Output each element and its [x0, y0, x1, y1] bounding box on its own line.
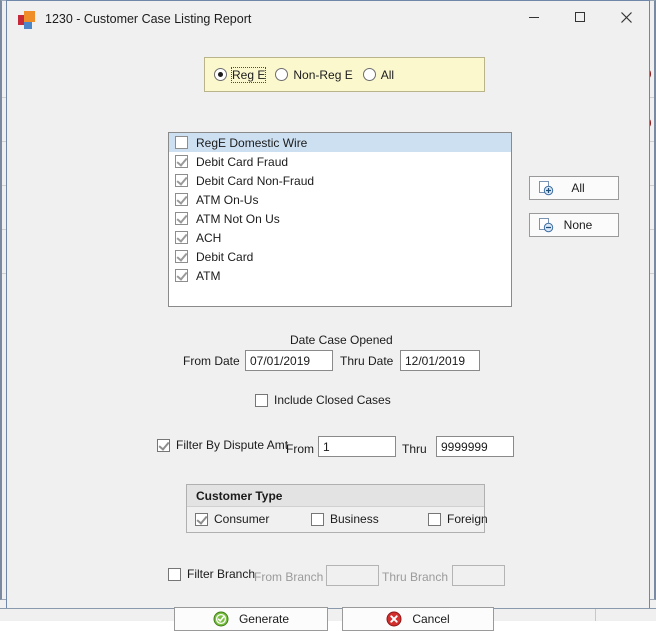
- customer-type-consumer-label: Consumer: [214, 512, 270, 526]
- include-closed-cases-checkbox[interactable]: Include Closed Cases: [255, 393, 391, 407]
- thru-branch-label: Thru Branch: [382, 570, 449, 584]
- minimize-icon[interactable]: [511, 1, 557, 33]
- filter-dispute-amount-checkbox[interactable]: Filter By Dispute Amt: [157, 438, 288, 452]
- include-closed-cases-label: Include Closed Cases: [274, 393, 391, 407]
- list-item[interactable]: ACH: [169, 228, 511, 247]
- dispute-from-input[interactable]: [318, 436, 396, 457]
- from-branch-input[interactable]: [326, 565, 379, 586]
- list-item-checkbox[interactable]: [175, 212, 188, 225]
- category-checkbox-list[interactable]: RegE Domestic Wire Debit Card Fraud Debi…: [168, 132, 512, 307]
- select-none-label: None: [563, 218, 593, 232]
- list-item-checkbox[interactable]: [175, 174, 188, 187]
- list-item[interactable]: Debit Card: [169, 247, 511, 266]
- list-item-checkbox[interactable]: [175, 231, 188, 244]
- green-check-circle-icon: [213, 611, 229, 627]
- generate-button[interactable]: Generate: [174, 607, 328, 631]
- list-item-label: ACH: [196, 230, 222, 245]
- list-item-label: Debit Card: [196, 249, 254, 264]
- customer-type-foreign-checkbox[interactable]: Foreign: [428, 512, 488, 526]
- from-date-input[interactable]: [245, 350, 333, 371]
- checkbox-icon: [168, 567, 181, 581]
- page-remove-icon: [538, 217, 554, 233]
- red-x-circle-icon: [386, 611, 402, 627]
- customer-type-options: Consumer Business Foreign: [187, 507, 488, 533]
- list-item-label: Debit Card Fraud: [196, 154, 289, 169]
- customer-type-business-label: Business: [330, 512, 379, 526]
- checkbox-icon: [255, 393, 268, 407]
- type-filter-radio-group: Reg E Non-Reg E All: [204, 57, 485, 92]
- customer-type-foreign-label: Foreign: [447, 512, 488, 526]
- customer-type-title: Customer Type: [187, 485, 484, 507]
- dispute-thru-label: Thru: [402, 442, 427, 456]
- radio-non-reg-e[interactable]: Non-Reg E: [275, 68, 353, 82]
- select-all-label: All: [571, 181, 585, 195]
- list-item-checkbox[interactable]: [175, 269, 188, 282]
- checkbox-icon: [195, 512, 208, 526]
- list-item-label: ATM On-Us: [196, 192, 259, 207]
- date-section-title: Date Case Opened: [290, 333, 393, 347]
- generate-label: Generate: [238, 612, 290, 626]
- radio-reg-e[interactable]: Reg E: [214, 66, 267, 83]
- customer-type-business-checkbox[interactable]: Business: [311, 512, 379, 526]
- dialog-client-area: Reg E Non-Reg E All RegE Domestic Wire D…: [7, 37, 649, 631]
- checkbox-icon: [428, 512, 441, 526]
- customer-case-listing-report-dialog: 1230 - Customer Case Listing Report Reg …: [6, 0, 650, 631]
- radio-non-reg-e-label: Non-Reg E: [293, 67, 353, 82]
- close-icon[interactable]: [603, 1, 649, 33]
- filter-branch-checkbox[interactable]: Filter Branch: [168, 567, 255, 581]
- filter-branch-label: Filter Branch: [187, 567, 256, 581]
- list-item-checkbox[interactable]: [175, 136, 188, 149]
- list-item[interactable]: ATM On-Us: [169, 190, 511, 209]
- cancel-label: Cancel: [412, 612, 450, 626]
- radio-dot-icon: [275, 68, 289, 81]
- filter-dispute-amount-label: Filter By Dispute Amt: [176, 438, 289, 452]
- radio-reg-e-label: Reg E: [231, 66, 267, 83]
- app-squares-icon: [18, 10, 36, 29]
- from-date-label: From Date: [183, 354, 240, 368]
- page-add-icon: [538, 180, 554, 196]
- list-item-checkbox[interactable]: [175, 155, 188, 168]
- from-branch-label: From Branch: [254, 570, 324, 584]
- list-item-label: ATM Not On Us: [196, 211, 280, 226]
- title-bar[interactable]: 1230 - Customer Case Listing Report: [7, 1, 649, 37]
- list-item-label: RegE Domestic Wire: [196, 135, 308, 150]
- radio-dot-icon: [214, 68, 227, 81]
- background-taskbar[interactable]: [0, 608, 656, 621]
- list-item[interactable]: ATM: [169, 266, 511, 285]
- select-none-button[interactable]: None: [529, 213, 619, 237]
- customer-type-group: Customer Type Consumer Business Foreign: [186, 484, 488, 533]
- list-item-checkbox[interactable]: [175, 250, 188, 263]
- dispute-from-label: From: [286, 442, 314, 456]
- checkbox-icon: [157, 438, 170, 452]
- window-controls: [511, 1, 649, 33]
- list-item-label: Debit Card Non-Fraud: [196, 173, 315, 188]
- select-all-button[interactable]: All: [529, 176, 619, 200]
- list-item[interactable]: Debit Card Fraud: [169, 152, 511, 171]
- thru-date-input[interactable]: [400, 350, 480, 371]
- radio-dot-icon: [362, 68, 376, 81]
- list-item-label: ATM: [196, 268, 221, 283]
- taskbar-cell[interactable]: [596, 609, 656, 621]
- list-item-checkbox[interactable]: [175, 193, 188, 206]
- thru-branch-input[interactable]: [452, 565, 505, 586]
- radio-all-label: All: [380, 67, 395, 82]
- list-item[interactable]: ATM Not On Us: [169, 209, 511, 228]
- cancel-button[interactable]: Cancel: [342, 607, 494, 631]
- thru-date-label: Thru Date: [340, 354, 394, 368]
- checkbox-icon: [311, 512, 324, 526]
- radio-all[interactable]: All: [362, 67, 395, 82]
- dispute-thru-input[interactable]: [436, 436, 514, 457]
- list-item[interactable]: Debit Card Non-Fraud: [169, 171, 511, 190]
- list-item[interactable]: RegE Domestic Wire: [169, 133, 511, 152]
- maximize-icon[interactable]: [557, 1, 603, 33]
- customer-type-consumer-checkbox[interactable]: Consumer: [195, 512, 269, 526]
- window-title: 1230 - Customer Case Listing Report: [45, 12, 252, 26]
